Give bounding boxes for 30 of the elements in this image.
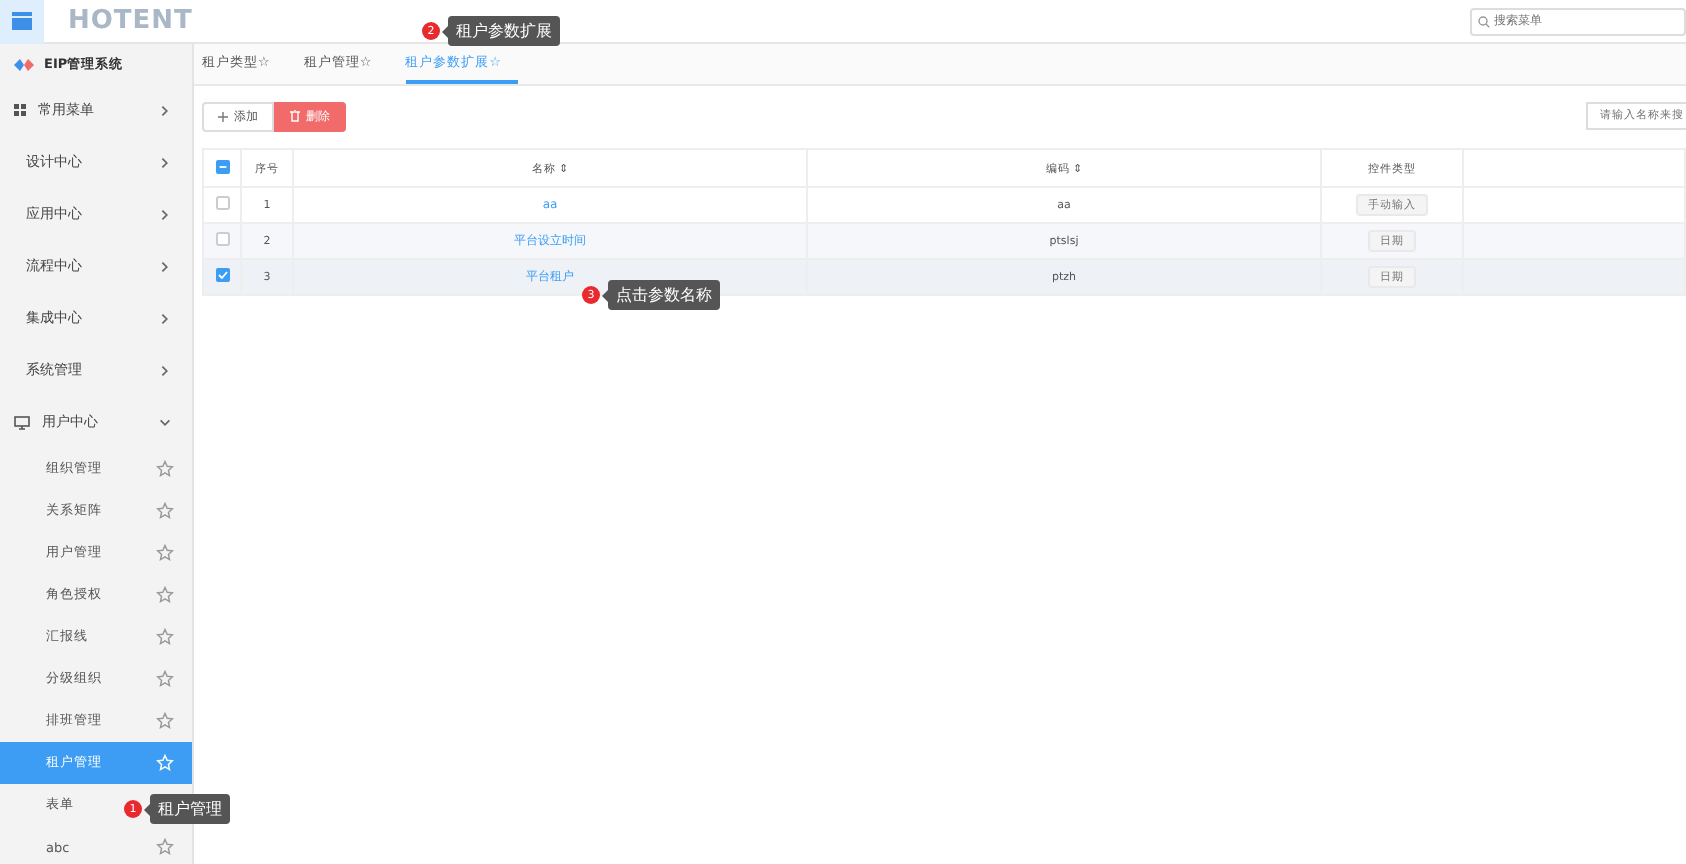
chevron-right-icon	[158, 363, 172, 377]
chevron-right-icon	[158, 259, 172, 273]
star-icon[interactable]	[156, 670, 174, 688]
row-checkbox[interactable]	[215, 196, 229, 210]
monitor-icon	[14, 415, 30, 429]
chevron-right-icon	[158, 311, 172, 325]
star-icon[interactable]	[156, 460, 174, 478]
menu-button[interactable]	[0, 0, 44, 43]
star-icon[interactable]	[156, 712, 174, 730]
search-icon	[1478, 15, 1490, 27]
chevron-down-icon	[158, 415, 172, 429]
star-icon[interactable]	[156, 544, 174, 562]
chevron-right-icon	[158, 155, 172, 169]
tooltip: 租户参数扩展	[448, 16, 560, 46]
grid-icon	[14, 104, 26, 116]
tooltip: 点击参数名称	[608, 280, 720, 310]
chevron-right-icon	[158, 103, 172, 117]
star-icon[interactable]	[156, 502, 174, 520]
logo: HOTENT	[68, 6, 193, 36]
trash-icon	[290, 110, 300, 122]
plus-icon	[218, 111, 228, 121]
row-checkbox[interactable]	[215, 232, 229, 246]
star-icon[interactable]	[156, 838, 174, 856]
menu-icon	[12, 12, 32, 30]
select-all-checkbox[interactable]	[215, 159, 229, 173]
logo-icon	[14, 57, 34, 71]
tooltip: 租户管理	[150, 794, 230, 824]
star-icon[interactable]	[156, 628, 174, 646]
star-icon[interactable]	[156, 586, 174, 604]
chevron-right-icon	[158, 207, 172, 221]
